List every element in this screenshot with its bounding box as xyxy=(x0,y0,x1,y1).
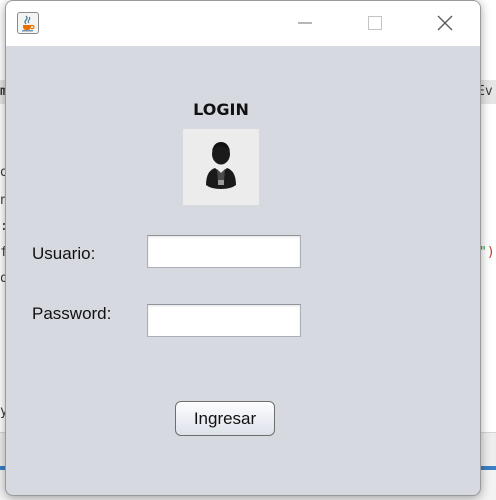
password-field[interactable] xyxy=(147,304,301,337)
ingresar-button[interactable]: Ingresar xyxy=(175,401,275,436)
user-silhouette-icon xyxy=(183,129,259,205)
minimize-icon[interactable] xyxy=(288,8,322,38)
login-title: LOGIN xyxy=(193,100,249,119)
close-icon[interactable] xyxy=(428,8,462,38)
password-label: Password: xyxy=(32,304,112,323)
java-coffee-icon xyxy=(17,12,39,34)
editor-fragment: ") xyxy=(479,245,495,260)
username-label: Usuario: xyxy=(32,244,96,263)
titlebar[interactable] xyxy=(6,1,480,46)
login-window: LOGIN Usuario: Password: Ingresar xyxy=(5,0,481,496)
maximize-icon[interactable] xyxy=(358,8,392,38)
username-field[interactable] xyxy=(147,235,301,268)
